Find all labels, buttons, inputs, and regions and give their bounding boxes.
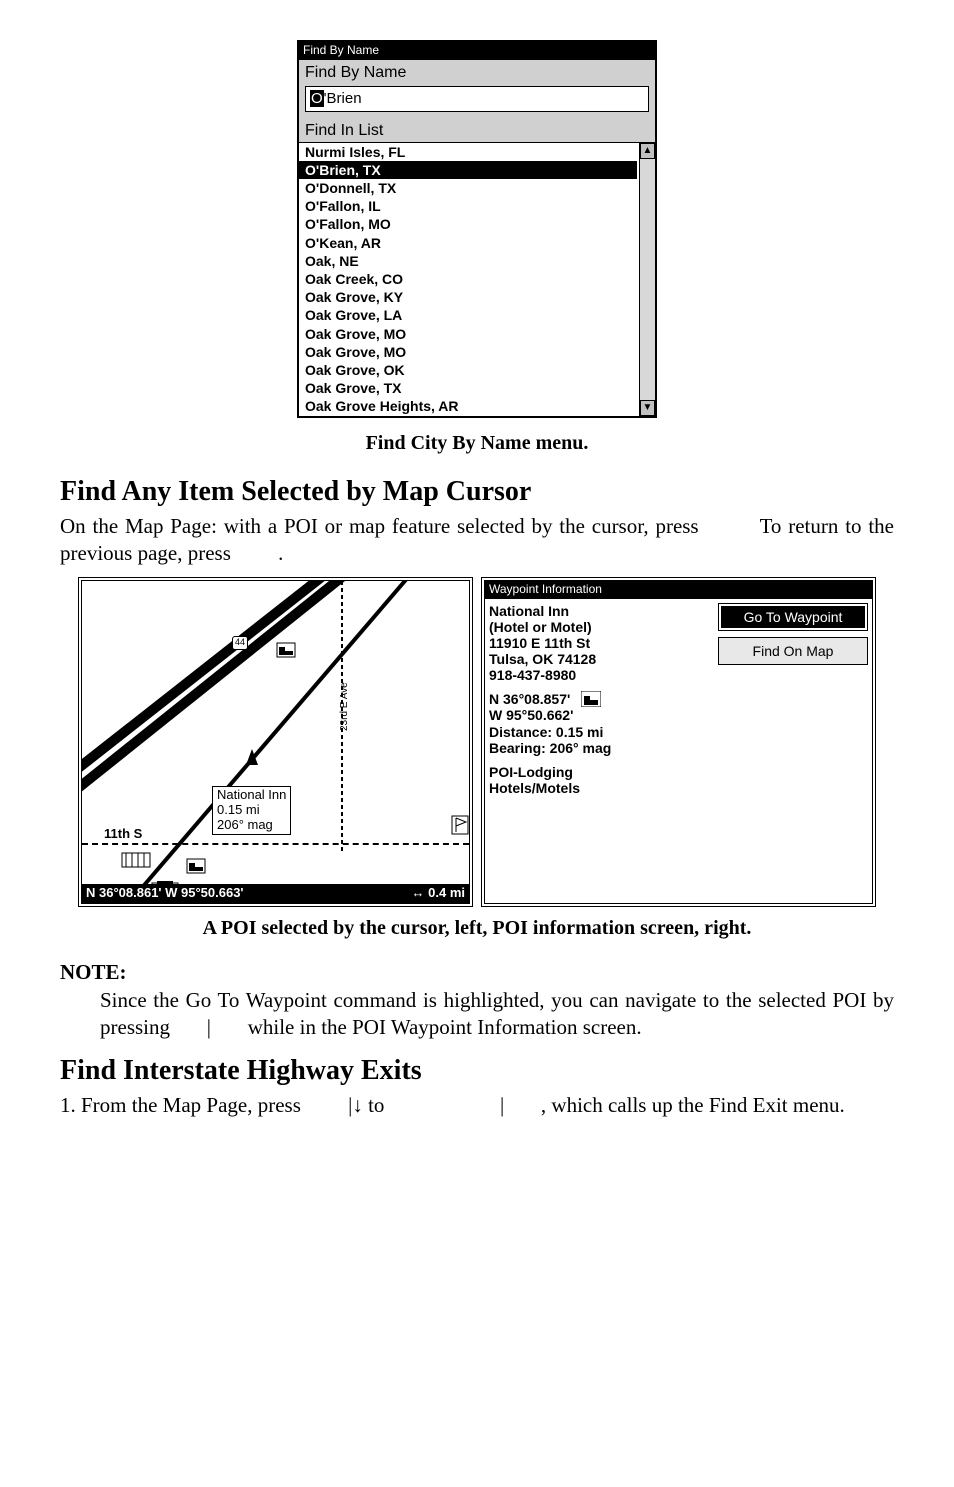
waypoint-details: National Inn (Hotel or Motel) 11910 E 11… xyxy=(489,603,712,796)
map-panel: 23rd E Ave xyxy=(78,577,473,907)
find-on-map-button[interactable]: Find On Map xyxy=(718,637,868,665)
window-titlebar: Find By Name xyxy=(299,42,655,60)
list-items[interactable]: Nurmi Isles, FLO'Brien, TXO'Donnell, TXO… xyxy=(299,143,655,416)
find-any-paragraph: On the Map Page: with a POI or map featu… xyxy=(60,513,894,568)
find-by-name-caption: Find City By Name menu. xyxy=(60,430,894,456)
list-item[interactable]: Oak, NE xyxy=(299,252,637,270)
map-poi-dist: 0.15 mi xyxy=(217,803,286,818)
two-panel-figure: 23rd E Ave xyxy=(60,577,894,907)
list-item[interactable]: O'Donnell, TX xyxy=(299,179,637,197)
find-by-name-window: Find By Name Find By Name O'Brien Find I… xyxy=(297,40,657,418)
wp-cat2: Hotels/Motels xyxy=(489,780,712,796)
list-item[interactable]: Oak Creek, CO xyxy=(299,270,637,288)
find-any-heading: Find Any Item Selected by Map Cursor xyxy=(60,474,894,510)
fi-text-a: 1. From the Map Page, press xyxy=(60,1093,301,1117)
find-by-name-label: Find By Name xyxy=(305,63,649,84)
ave-label: 23rd E Ave xyxy=(339,682,350,731)
coord-right: ↔ 0.4 mi xyxy=(412,885,465,902)
map-street-11th: 11th S xyxy=(102,826,144,843)
map-poi-label: National Inn 0.15 mi 206° mag xyxy=(212,786,291,835)
fi-text-d: , which calls up the Find Exit menu. xyxy=(541,1093,845,1117)
wp-cat1: POI-Lodging xyxy=(489,764,712,780)
goto-flag-icon xyxy=(452,816,468,834)
waypoint-buttons: Go To Waypoint Find On Map xyxy=(718,603,868,796)
overpass-icon xyxy=(122,853,150,867)
find-by-name-header: Find By Name O'Brien xyxy=(299,60,655,118)
find-interstate-heading: Find Interstate Highway Exits xyxy=(60,1053,894,1089)
waypoint-titlebar: Waypoint Information xyxy=(485,581,872,599)
list-item[interactable]: O'Fallon, IL xyxy=(299,197,637,215)
list-item[interactable]: Nurmi Isles, FL xyxy=(299,143,637,161)
list-item[interactable]: Oak Grove, LA xyxy=(299,306,637,324)
list-item[interactable]: O'Fallon, MO xyxy=(299,215,637,233)
find-any-text1: On the Map Page: with a POI or map featu… xyxy=(60,514,699,538)
list-item[interactable]: Oak Grove Heights, AR xyxy=(299,397,637,415)
find-in-list: Nurmi Isles, FLO'Brien, TXO'Donnell, TXO… xyxy=(299,142,655,416)
find-any-text2-end: . xyxy=(278,541,283,565)
note-text2: while in the POI Waypoint Information sc… xyxy=(248,1015,642,1039)
scroll-down-arrow[interactable]: ▼ xyxy=(640,400,655,416)
lodging-icon xyxy=(581,691,601,707)
wp-lat: N 36°08.857' xyxy=(489,691,573,707)
list-item[interactable]: O'Brien, TX xyxy=(299,161,637,179)
scroll-up-arrow[interactable]: ▲ xyxy=(640,143,655,159)
list-scrollbar[interactable]: ▲ ▼ xyxy=(639,143,655,416)
map-poi-name: National Inn xyxy=(217,788,286,803)
fi-text-c: | xyxy=(500,1093,504,1117)
list-item[interactable]: O'Kean, AR xyxy=(299,234,637,252)
wp-addr: 11910 E 11th St xyxy=(489,635,712,651)
find-by-name-figure: Find By Name Find By Name O'Brien Find I… xyxy=(60,40,894,422)
list-item[interactable]: Oak Grove, TX xyxy=(299,379,637,397)
go-to-waypoint-button[interactable]: Go To Waypoint xyxy=(718,603,868,631)
note-sep: | xyxy=(207,1015,211,1039)
list-item[interactable]: Oak Grove, KY xyxy=(299,288,637,306)
find-interstate-paragraph: 1. From the Map Page, press |↓ to | , wh… xyxy=(60,1092,894,1119)
wp-type: (Hotel or Motel) xyxy=(489,619,712,635)
map-dash-line xyxy=(82,843,469,845)
map-poi-bearing: 206° mag xyxy=(217,818,286,833)
list-item[interactable]: Oak Grove, MO xyxy=(299,343,637,361)
wp-lon: W 95°50.662' xyxy=(489,707,573,723)
find-by-name-input[interactable]: O'Brien xyxy=(305,86,649,112)
input-rest: 'Brien xyxy=(324,90,362,107)
map-roads-svg: 23rd E Ave xyxy=(82,581,473,907)
wp-phone: 918-437-8980 xyxy=(489,667,712,683)
map-coord-bar: N 36°08.861' W 95°50.663' ↔ 0.4 mi xyxy=(82,884,469,903)
wp-name: National Inn xyxy=(489,603,712,619)
waypoint-info-panel: Waypoint Information National Inn (Hotel… xyxy=(481,577,876,907)
list-item[interactable]: Oak Grove, OK xyxy=(299,361,637,379)
note-heading: NOTE: xyxy=(60,959,894,986)
wp-city: Tulsa, OK 74128 xyxy=(489,651,712,667)
hwy-shield-44: 44 xyxy=(232,636,248,650)
coord-left: N 36°08.861' W 95°50.663' xyxy=(86,885,244,902)
fi-text-b: |↓ to xyxy=(348,1093,384,1117)
wp-dist: Distance: 0.15 mi xyxy=(489,724,712,740)
wp-bearing: Bearing: 206° mag xyxy=(489,740,712,756)
find-in-list-label: Find In List xyxy=(299,118,655,142)
input-cursor-char: O xyxy=(310,90,324,107)
note-body: Since the Go To Waypoint command is high… xyxy=(100,987,894,1042)
list-item[interactable]: Oak Grove, MO xyxy=(299,325,637,343)
poi-caption: A POI selected by the cursor, left, POI … xyxy=(60,915,894,941)
